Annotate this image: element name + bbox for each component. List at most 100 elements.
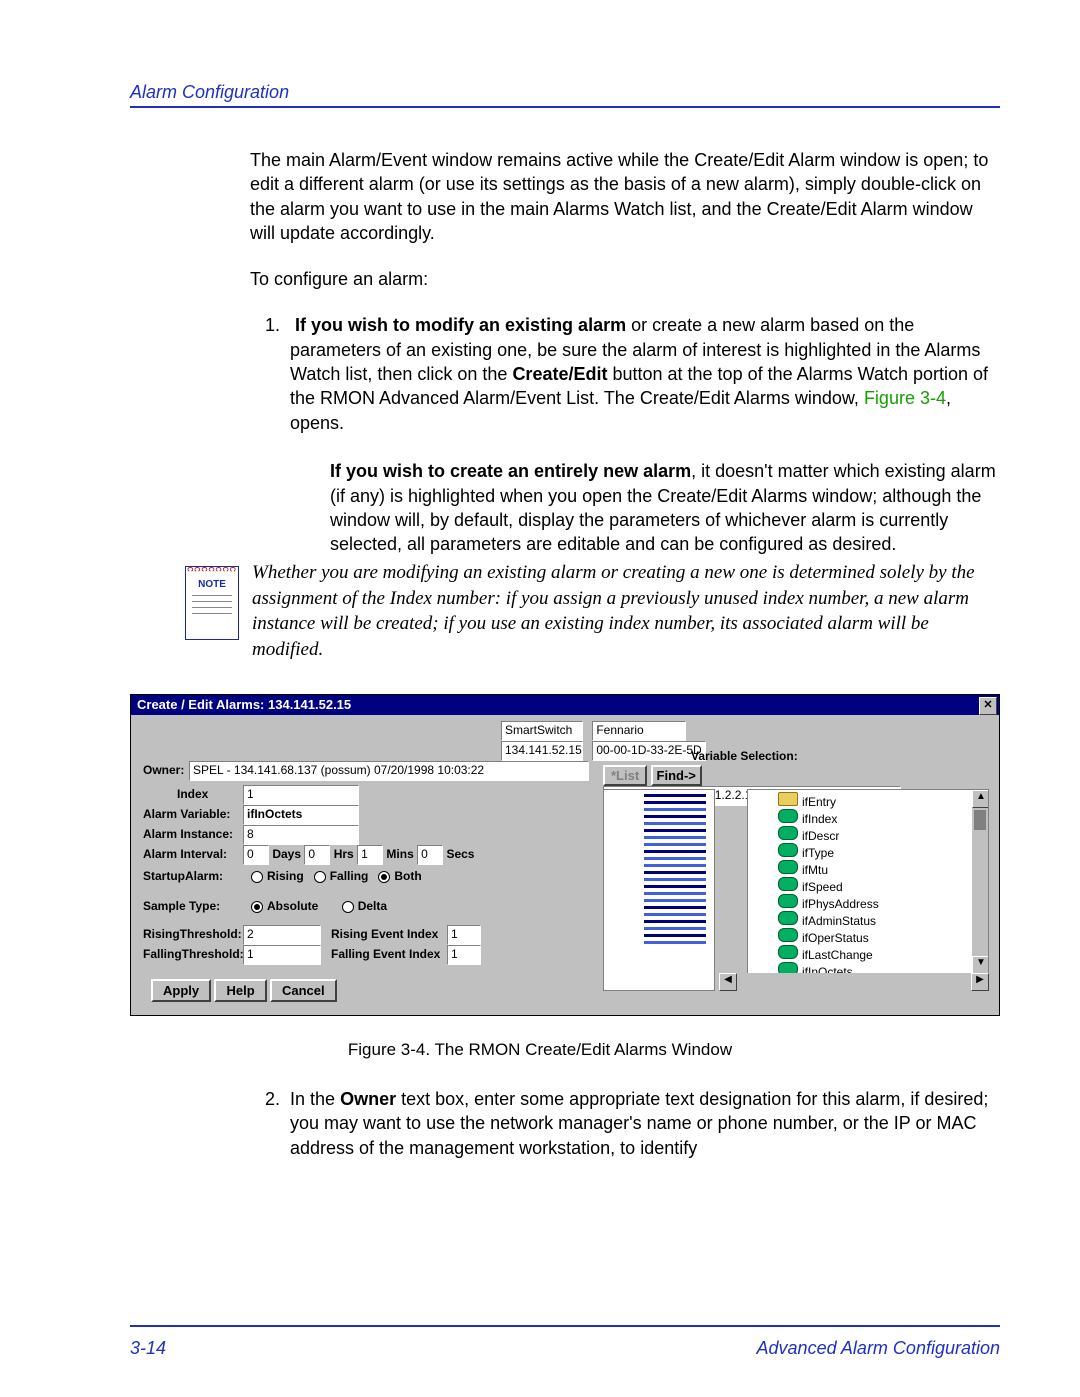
title-bar: Create / Edit Alarms: 134.141.52.15 ✕ [131,695,999,715]
scroll-down-icon[interactable]: ▼ [972,956,989,974]
figure-link[interactable]: Figure 3-4 [864,388,946,408]
rising-event-index-label: Rising Event Index [331,927,438,941]
step1-bold-a: If you wish to modify an existing alarm [295,315,626,335]
tree-item[interactable]: ifLastChange [778,945,988,962]
page-number: 3-14 [130,1338,166,1359]
scroll-right-icon[interactable]: ▶ [971,973,989,991]
rising-threshold-input[interactable]: 2 [243,925,321,945]
index-label: Index [177,787,208,801]
step-1: 1. If you wish to modify an existing ala… [250,313,1000,556]
both-label: Both [394,869,421,883]
apply-button[interactable]: Apply [151,979,211,1002]
alarm-instance-label: Alarm Instance: [143,827,233,841]
folder-icon [778,792,798,806]
sample-absolute-radio[interactable] [251,901,263,913]
tree-item[interactable]: ifDescr [778,826,988,843]
step1-bold-b: Create/Edit [512,364,607,384]
page-footer: Advanced Alarm Configuration [757,1338,1000,1359]
sample-delta-radio[interactable] [342,901,354,913]
rising-threshold-label: RisingThreshold: [143,927,242,941]
step2-text-a: In the [290,1089,340,1109]
scroll-left-icon[interactable]: ◀ [719,973,737,991]
leaf-icon [778,945,798,959]
mins-label: Mins [386,847,413,861]
footer-rule [130,1325,1000,1327]
tree-item[interactable]: ifIndex [778,809,988,826]
note-icon: ᴒᴒᴒᴒᴒᴒᴒ NOTE [185,566,239,640]
scroll-up-icon[interactable]: ▲ [972,790,989,808]
interval-days-input[interactable]: 0 [243,845,269,865]
alarm-variable-label: Alarm Variable: [143,807,230,821]
alarm-variable-input[interactable]: ifInOctets [243,805,359,825]
find-button[interactable]: Find-> [651,765,702,786]
startup-alarm-label: StartupAlarm: [143,869,223,883]
leaf-icon [778,826,798,840]
startup-both-radio[interactable] [378,871,390,883]
device-ip-field: 134.141.52.15 [501,741,583,761]
tree-hscrollbar[interactable]: ◀ ▶ [719,973,989,989]
step-number: 2. [265,1089,280,1109]
falling-threshold-label: FallingThreshold: [143,947,244,961]
days-label: Days [272,847,301,861]
tree-item[interactable]: ifPhysAddress [778,894,988,911]
interval-mins-input[interactable]: 1 [357,845,383,865]
window-title: Create / Edit Alarms: 134.141.52.15 [137,697,351,712]
leaf-icon [778,860,798,874]
device-mac-field: 00-00-1D-33-2E-5D [592,741,706,761]
step-2: 2. In the Owner text box, enter some app… [250,1087,1000,1160]
tree-item[interactable]: ifOperStatus [778,928,988,945]
page-header: Alarm Configuration [130,82,289,103]
startup-falling-radio[interactable] [314,871,326,883]
owner-input[interactable]: SPEL - 134.141.68.137 (possum) 07/20/199… [189,761,589,781]
leaf-icon [778,928,798,942]
device-alias-field: Fennario [592,721,686,741]
outline-preview [603,789,715,991]
tree-item[interactable]: ifAdminStatus [778,911,988,928]
delta-label: Delta [358,899,387,913]
cancel-button[interactable]: Cancel [270,979,337,1002]
falling-event-index-label: Falling Event Index [331,947,440,961]
leaf-icon [778,843,798,857]
interval-secs-input[interactable]: 0 [417,845,443,865]
interval-hrs-input[interactable]: 0 [304,845,330,865]
secs-label: Secs [446,847,474,861]
tree-root[interactable]: ifEntry [778,792,988,809]
variable-tree[interactable]: ifEntry ifIndex ifDescr ifType ifMtu ifS… [747,789,989,975]
alarm-interval-label: Alarm Interval: [143,847,227,861]
intro-paragraph: The main Alarm/Event window remains acti… [250,148,1000,245]
leaf-icon [778,894,798,908]
startup-rising-radio[interactable] [251,871,263,883]
falling-label: Falling [330,869,369,883]
variable-selection-label: Variable Selection: [691,749,798,763]
figure-caption: Figure 3-4. The RMON Create/Edit Alarms … [0,1040,1080,1060]
hrs-label: Hrs [334,847,354,861]
falling-threshold-input[interactable]: 1 [243,945,321,965]
falling-event-index-input[interactable]: 1 [447,945,481,965]
index-input[interactable]: 1 [243,785,359,805]
device-name-field: SmartSwitch [501,721,583,741]
lead-paragraph: To configure an alarm: [250,267,1000,291]
header-rule [130,106,1000,108]
tree-vscrollbar[interactable]: ▲ ▼ [972,790,988,974]
tree-item[interactable]: ifMtu [778,860,988,877]
sample-type-label: Sample Type: [143,899,220,913]
alarm-instance-input[interactable]: 8 [243,825,359,845]
leaf-icon [778,911,798,925]
dialog-window: Create / Edit Alarms: 134.141.52.15 ✕ Sm… [130,694,1000,1016]
tree-item[interactable]: ifSpeed [778,877,988,894]
step1b-bold: If you wish to create an entirely new al… [330,461,691,481]
absolute-label: Absolute [267,899,318,913]
rising-event-index-input[interactable]: 1 [447,925,481,945]
close-icon[interactable]: ✕ [979,697,997,715]
note-label: NOTE [186,579,238,590]
leaf-icon [778,809,798,823]
help-button[interactable]: Help [214,979,266,1002]
rising-label: Rising [267,869,304,883]
scroll-thumb[interactable] [974,810,986,830]
step-number: 1. [265,315,280,335]
tree-item[interactable]: ifType [778,843,988,860]
owner-label: Owner: [143,763,184,777]
list-button[interactable]: *List [603,765,647,786]
note-text: Whether you are modifying an existing al… [252,560,1002,663]
spiral-icon: ᴒᴒᴒᴒᴒᴒᴒ [186,564,238,575]
